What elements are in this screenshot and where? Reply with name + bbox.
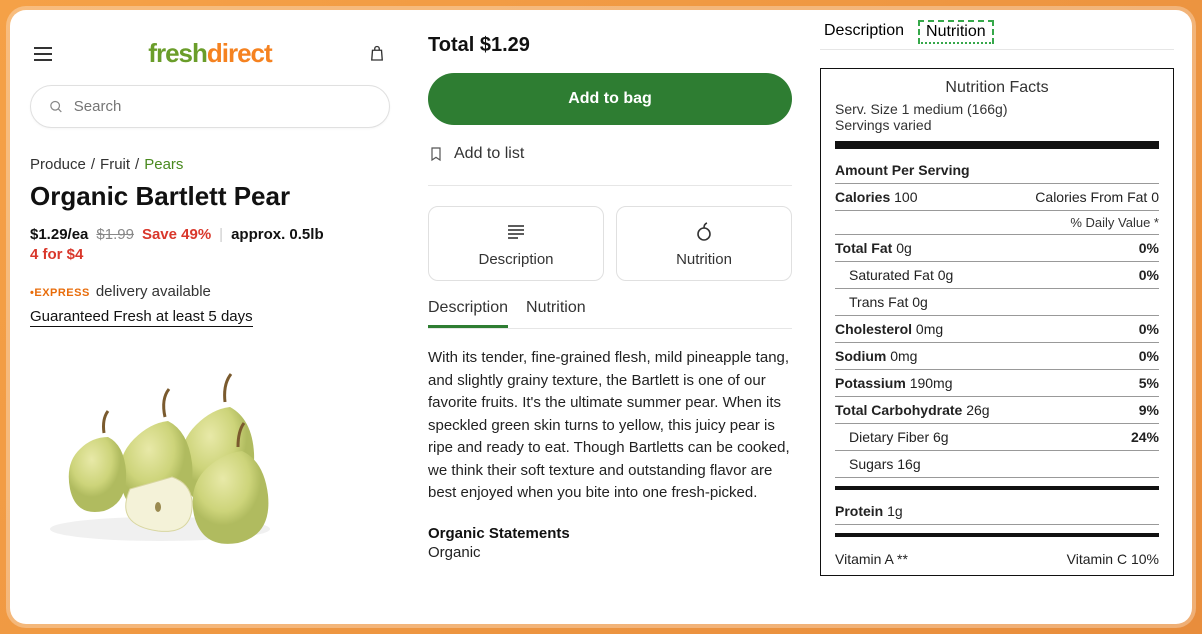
organic-heading: Organic Statements: [428, 525, 792, 542]
price-approx: approx. 0.5lb: [231, 226, 324, 243]
product-description: With its tender, fine-grained flesh, mil…: [428, 347, 792, 505]
nf-servings: Servings varied: [835, 117, 1159, 133]
nf-pot-p: 5%: [1139, 375, 1159, 391]
nf-aps: Amount Per Serving: [835, 162, 970, 178]
price-each: $1.29/ea: [30, 226, 88, 243]
nf-vita: Vitamin A **: [835, 551, 908, 567]
product-title: Organic Bartlett Pear: [30, 181, 390, 212]
logo[interactable]: freshdirect: [148, 38, 271, 69]
right-tab-description[interactable]: Description: [820, 20, 908, 44]
nf-vitc: Vitamin C 10%: [1067, 551, 1159, 567]
breadcrumb: Produce/Fruit/Pears: [30, 156, 390, 173]
bag-icon[interactable]: [368, 45, 386, 63]
nf-chol-p: 0%: [1139, 321, 1159, 337]
description-icon: [437, 221, 595, 243]
product-image: [30, 357, 390, 547]
nf-tfat-v: 0g: [896, 240, 912, 256]
crumb-fruit[interactable]: Fruit: [100, 156, 130, 173]
nf-dv-header: % Daily Value *: [835, 211, 1159, 235]
nf-fib: Dietary Fiber 6g: [849, 429, 949, 445]
search-input[interactable]: [30, 85, 390, 128]
tab-description[interactable]: Description: [428, 299, 508, 328]
nf-serving-size: Serv. Size 1 medium (166g): [835, 101, 1159, 117]
price-line: $1.29/ea $1.99 Save 49% | approx. 0.5lb: [30, 226, 390, 243]
nf-carb-p: 9%: [1139, 402, 1159, 418]
nf-prot-v: 1g: [887, 503, 903, 519]
bookmark-icon: [428, 145, 444, 163]
nut-card-label: Nutrition: [676, 251, 732, 268]
nf-cal-v: 100: [894, 189, 917, 205]
nf-tfat-p: 0%: [1139, 240, 1159, 256]
nf-cal-l: Calories: [835, 189, 890, 205]
nf-prot-l: Protein: [835, 503, 883, 519]
nf-sod-p: 0%: [1139, 348, 1159, 364]
nf-carb-v: 26g: [966, 402, 989, 418]
express-badge: •EXPRESS: [30, 287, 90, 299]
delivery-line: •EXPRESS delivery available: [30, 283, 390, 300]
logo-part1: fresh: [148, 38, 207, 68]
nf-trans: Trans Fat 0g: [849, 294, 928, 310]
nf-sfat-p: 0%: [1139, 267, 1159, 283]
add-to-list-label: Add to list: [454, 145, 524, 163]
nutrition-card-button[interactable]: Nutrition: [616, 206, 792, 281]
crumb-pears[interactable]: Pears: [144, 156, 183, 173]
nf-cff: Calories From Fat 0: [1035, 189, 1159, 205]
nf-carb-l: Total Carbohydrate: [835, 402, 962, 418]
freshness-guarantee[interactable]: Guaranteed Fresh at least 5 days: [30, 308, 253, 327]
nf-sod-v: 0mg: [890, 348, 917, 364]
nf-sug: Sugars 16g: [849, 456, 921, 472]
price-deal: 4 for $4: [30, 246, 390, 263]
nf-pot-l: Potassium: [835, 375, 906, 391]
price-old: $1.99: [96, 226, 134, 243]
search-field[interactable]: [74, 98, 371, 115]
search-icon: [49, 99, 64, 115]
total-price: Total $1.29: [428, 34, 792, 57]
nf-sod-l: Sodium: [835, 348, 886, 364]
nf-chol-l: Cholesterol: [835, 321, 912, 337]
add-to-bag-button[interactable]: Add to bag: [428, 73, 792, 125]
nutrition-facts-panel: Nutrition Facts Serv. Size 1 medium (166…: [820, 68, 1174, 576]
tab-nutrition[interactable]: Nutrition: [526, 299, 586, 328]
desc-card-label: Description: [478, 251, 553, 268]
add-to-list-button[interactable]: Add to list: [428, 145, 792, 163]
nf-fib-p: 24%: [1131, 429, 1159, 445]
nf-sfat: Saturated Fat 0g: [849, 267, 953, 283]
description-card-button[interactable]: Description: [428, 206, 604, 281]
nf-chol-v: 0mg: [916, 321, 943, 337]
logo-part2: direct: [207, 38, 272, 68]
nf-title: Nutrition Facts: [835, 79, 1159, 97]
menu-icon[interactable]: [34, 47, 52, 61]
delivery-text: delivery available: [96, 283, 211, 300]
crumb-produce[interactable]: Produce: [30, 156, 86, 173]
nutrition-icon: [625, 221, 783, 243]
nf-pot-v: 190mg: [910, 375, 953, 391]
organic-value: Organic: [428, 544, 792, 561]
price-save: Save 49%: [142, 226, 211, 243]
nf-tfat-l: Total Fat: [835, 240, 892, 256]
right-tab-nutrition[interactable]: Nutrition: [918, 20, 994, 44]
